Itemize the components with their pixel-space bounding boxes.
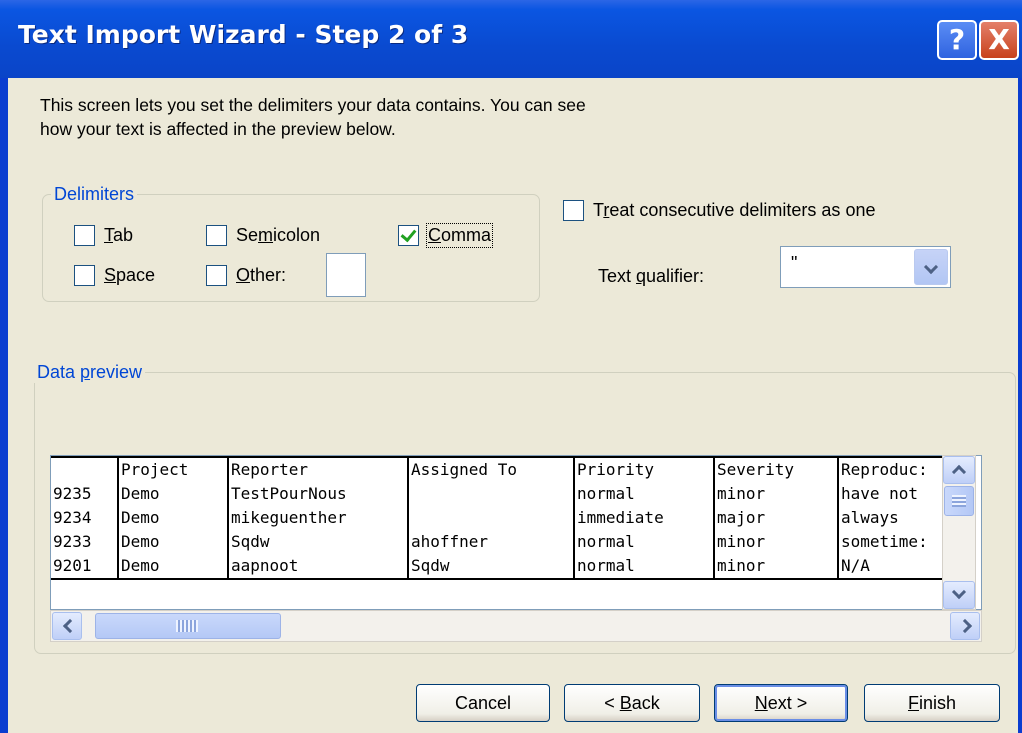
table-cell: normal bbox=[573, 554, 714, 580]
data-preview-legend: Data preview bbox=[34, 362, 146, 383]
tab-checkbox[interactable] bbox=[74, 225, 95, 246]
scroll-left-button[interactable] bbox=[52, 612, 82, 640]
help-button[interactable]: ? bbox=[937, 20, 977, 60]
table-cell: TestPourNous bbox=[227, 482, 408, 506]
scroll-up-button[interactable] bbox=[943, 456, 975, 484]
table-cell bbox=[407, 506, 574, 530]
text-qualifier-select[interactable]: " bbox=[780, 246, 951, 288]
table-cell: 9201 bbox=[51, 554, 118, 580]
data-preview-grid[interactable]: Project Reporter Assigned To Priority Se… bbox=[50, 455, 982, 610]
table-cell: Demo bbox=[117, 554, 228, 580]
table-cell: minor bbox=[713, 530, 838, 554]
chevron-down-icon[interactable] bbox=[914, 249, 948, 285]
table-cell: Priority bbox=[573, 456, 714, 482]
cancel-button[interactable]: Cancel bbox=[416, 684, 550, 722]
table-cell: minor bbox=[713, 554, 838, 580]
finish-button[interactable]: Finish bbox=[864, 684, 1000, 722]
table-cell: Demo bbox=[117, 506, 228, 530]
table-row: Project Reporter Assigned To Priority Se… bbox=[51, 456, 959, 482]
table-cell bbox=[407, 482, 574, 506]
next-button[interactable]: Next > bbox=[714, 684, 848, 722]
table-cell: Project bbox=[117, 456, 228, 482]
table-cell: major bbox=[713, 506, 838, 530]
table-cell: Reproduc: bbox=[837, 456, 959, 482]
space-checkbox[interactable] bbox=[74, 265, 95, 286]
grip-icon bbox=[952, 495, 966, 507]
treat-consecutive-checkbox[interactable] bbox=[563, 200, 584, 221]
text-qualifier-value: " bbox=[791, 253, 798, 273]
description-text: This screen lets you set the delimiters … bbox=[40, 93, 800, 141]
treat-consecutive-label[interactable]: Treat consecutive delimiters as one bbox=[593, 200, 875, 221]
vertical-scroll-thumb[interactable] bbox=[944, 486, 974, 516]
table-cell: 9234 bbox=[53, 508, 92, 527]
scroll-down-button[interactable] bbox=[943, 581, 975, 609]
table-row: 9235 Demo TestPourNous normal minor have… bbox=[51, 482, 959, 506]
title-bar[interactable]: Text Import Wizard - Step 2 of 3 ? X bbox=[0, 0, 1022, 78]
table-cell: Sqdw bbox=[227, 530, 408, 554]
description-line-2: how your text is affected in the preview… bbox=[40, 119, 396, 139]
horizontal-scroll-thumb[interactable] bbox=[95, 613, 281, 639]
text-import-wizard-dialog: Text Import Wizard - Step 2 of 3 ? X Thi… bbox=[0, 0, 1022, 733]
horizontal-scrollbar[interactable] bbox=[50, 610, 982, 642]
table-cell: Reporter bbox=[227, 456, 408, 482]
comma-checkbox[interactable] bbox=[398, 225, 419, 246]
scroll-right-button[interactable] bbox=[950, 612, 980, 640]
table-cell: normal bbox=[573, 482, 714, 506]
table-cell: normal bbox=[573, 530, 714, 554]
table-cell: have not bbox=[837, 482, 959, 506]
table-cell: N/A bbox=[837, 554, 959, 580]
comma-label[interactable]: Comma bbox=[425, 223, 494, 248]
table-cell: Assigned To bbox=[407, 456, 574, 482]
table-cell: ahoffner bbox=[407, 530, 574, 554]
window-title: Text Import Wizard - Step 2 of 3 bbox=[18, 20, 469, 49]
vertical-scrollbar[interactable] bbox=[942, 455, 976, 610]
table-cell: sometime: bbox=[837, 530, 959, 554]
close-button[interactable]: X bbox=[979, 20, 1019, 60]
tab-label[interactable]: Tab bbox=[104, 225, 133, 246]
table-row: 9201 Demo aapnoot Sqdw normal minor N/A bbox=[51, 554, 959, 580]
grip-icon bbox=[176, 620, 198, 632]
table-cell bbox=[51, 456, 118, 482]
back-button[interactable]: < Back bbox=[564, 684, 700, 722]
table-cell: always bbox=[837, 506, 959, 530]
table-cell: Severity bbox=[713, 456, 838, 482]
table-cell: Demo bbox=[117, 482, 228, 506]
table-cell: 9235 bbox=[53, 484, 92, 503]
preview-table: Project Reporter Assigned To Priority Se… bbox=[51, 456, 959, 580]
semicolon-checkbox[interactable] bbox=[206, 225, 227, 246]
table-cell: 9233 bbox=[53, 532, 92, 551]
table-row: 9233 Demo Sqdw ahoffner normal minor som… bbox=[51, 530, 959, 554]
text-qualifier-label: Text qualifier: bbox=[598, 266, 705, 286]
description-line-1: This screen lets you set the delimiters … bbox=[40, 95, 586, 115]
table-cell: immediate bbox=[573, 506, 714, 530]
other-delimiter-input[interactable] bbox=[326, 253, 366, 297]
other-label[interactable]: Other: bbox=[236, 265, 286, 286]
delimiters-legend: Delimiters bbox=[51, 184, 138, 205]
table-cell: aapnoot bbox=[227, 554, 408, 580]
other-checkbox[interactable] bbox=[206, 265, 227, 286]
semicolon-label[interactable]: Semicolon bbox=[236, 225, 320, 246]
table-cell: Demo bbox=[117, 530, 228, 554]
table-cell: minor bbox=[713, 482, 838, 506]
table-cell: Sqdw bbox=[407, 554, 574, 580]
table-row: 9234 Demo mikeguenther immediate major a… bbox=[51, 506, 959, 530]
table-cell: mikeguenther bbox=[227, 506, 408, 530]
space-label[interactable]: Space bbox=[104, 265, 155, 286]
